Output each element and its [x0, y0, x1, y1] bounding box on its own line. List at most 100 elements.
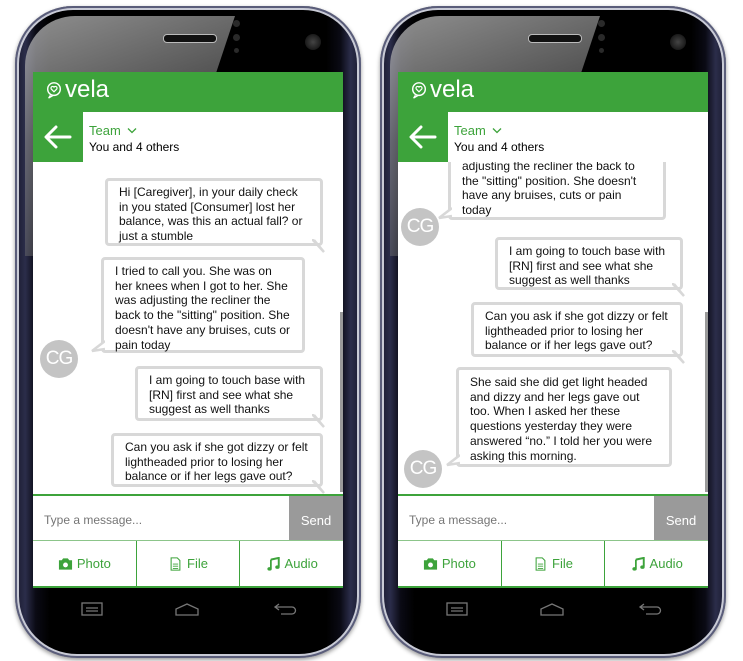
file-button[interactable]: File [137, 541, 241, 586]
send-button[interactable]: Send [654, 496, 708, 540]
avatar-initials: CG [406, 216, 434, 237]
message-text: Can you ask if she got dizzy or felt lig… [485, 309, 668, 353]
participants-summary: You and 4 others [454, 140, 545, 154]
sensor-dot [233, 34, 240, 41]
bubble-tail [312, 239, 325, 253]
home-key-icon[interactable] [540, 602, 564, 616]
file-label: File [187, 556, 208, 571]
app-logo: vela [410, 76, 474, 104]
front-camera [670, 34, 686, 50]
earpiece-speaker [528, 34, 582, 43]
back-key-icon[interactable] [273, 602, 297, 616]
attachment-bar: Photo File Audio [398, 540, 708, 588]
front-camera [305, 34, 321, 50]
message-text: I tried to call you. She was on her knee… [115, 264, 291, 352]
back-key-icon[interactable] [638, 602, 662, 616]
file-icon [170, 556, 181, 571]
heart-chat-icon [46, 82, 62, 99]
sensor-dot [234, 48, 239, 53]
message-bubble-outgoing: Hi [Caregiver], in your daily check in y… [105, 178, 325, 253]
message-text: adjusting the recliner the back to the "… [462, 162, 637, 218]
hardware-nav-keys [15, 602, 361, 622]
app-bar: vela [398, 72, 708, 112]
photo-button[interactable]: Photo [33, 541, 137, 586]
conversation-title-dropdown[interactable]: Team [454, 123, 544, 138]
bubble-tail [91, 340, 105, 353]
message-list[interactable]: adjusting the recliner the back to the "… [398, 162, 708, 495]
earpiece-speaker [163, 34, 217, 43]
bubble-tail [672, 350, 685, 364]
sensor-dot [598, 20, 605, 27]
avatar: CG [404, 450, 442, 488]
app-name: vela [430, 76, 475, 103]
arrow-left-icon [44, 125, 72, 149]
menu-key-icon[interactable] [81, 602, 103, 616]
attachment-bar: Photo File Audio [33, 540, 343, 588]
conversation-header: Team You and 4 others [398, 112, 708, 162]
message-bubble-incoming: I tried to call you. She was on her knee… [91, 257, 305, 353]
composer: Send [33, 494, 343, 540]
chevron-down-icon [492, 128, 502, 134]
heart-chat-icon [411, 82, 427, 99]
bubble-tail [312, 414, 325, 428]
app-name: vela [65, 76, 110, 103]
file-label: File [552, 556, 573, 571]
app-screen: vela Team You and 4 others Hi [Caregiver… [33, 72, 343, 588]
message-bubble-outgoing: I am going to touch base with [RN] first… [135, 366, 325, 428]
phone-right: vela Team You and 4 others adjusting the… [380, 6, 726, 658]
avatar-initials: CG [409, 458, 437, 479]
conversation-header: Team You and 4 others [33, 112, 343, 162]
app-bar: vela [33, 72, 343, 112]
audio-label: Audio [649, 556, 683, 571]
message-text: I am going to touch base with [RN] first… [149, 373, 306, 417]
message-bubble-outgoing: Can you ask if she got dizzy or felt lig… [111, 433, 325, 494]
bubble-tail [438, 207, 452, 220]
message-text: I am going to touch base with [RN] first… [509, 244, 666, 288]
conversation-title-dropdown[interactable]: Team [89, 123, 179, 138]
audio-button[interactable]: Audio [605, 541, 708, 586]
audio-button[interactable]: Audio [240, 541, 343, 586]
message-bubble-outgoing: I am going to touch base with [RN] first… [495, 237, 685, 297]
photo-label: Photo [76, 556, 111, 571]
avatar-initials: CG [45, 348, 73, 369]
avatar: CG [40, 340, 78, 378]
menu-key-icon[interactable] [446, 602, 468, 616]
photo-button[interactable]: Photo [398, 541, 502, 586]
conversation-title: Team [89, 123, 121, 138]
app-logo: vela [45, 76, 109, 104]
conversation-title: Team [454, 123, 486, 138]
bubble-tail [312, 480, 325, 494]
message-input[interactable] [33, 496, 289, 540]
message-bubble-incoming: She said she did get light headed and di… [446, 367, 672, 467]
home-key-icon[interactable] [175, 602, 199, 616]
file-button[interactable]: File [502, 541, 606, 586]
bubble-tail [446, 454, 460, 467]
scrollbar[interactable] [340, 312, 343, 492]
message-input[interactable] [398, 496, 654, 540]
audio-label: Audio [284, 556, 318, 571]
chevron-down-icon [127, 128, 137, 134]
hardware-nav-keys [380, 602, 726, 622]
photo-label: Photo [441, 556, 476, 571]
back-button[interactable] [33, 112, 83, 162]
send-button[interactable]: Send [289, 496, 343, 540]
message-text: She said she did get light headed and di… [470, 375, 653, 463]
back-button[interactable] [398, 112, 448, 162]
phone-left: vela Team You and 4 others Hi [Caregiver… [15, 6, 361, 658]
participants-summary: You and 4 others [89, 140, 180, 154]
sensor-dot [233, 20, 240, 27]
message-text: Can you ask if she got dizzy or felt lig… [125, 440, 308, 484]
message-bubble-outgoing: Can you ask if she got dizzy or felt lig… [471, 302, 685, 364]
camera-icon [423, 557, 437, 570]
message-text: Hi [Caregiver], in your daily check in y… [119, 185, 303, 244]
bubble-tail [672, 283, 685, 297]
app-screen: vela Team You and 4 others adjusting the… [398, 72, 708, 588]
music-note-icon [631, 556, 645, 571]
sensor-dot [598, 34, 605, 41]
scrollbar[interactable] [705, 312, 708, 492]
message-list[interactable]: Hi [Caregiver], in your daily check in y… [33, 162, 343, 495]
avatar: CG [401, 208, 439, 246]
music-note-icon [266, 556, 280, 571]
composer: Send [398, 494, 708, 540]
sensor-dot [599, 48, 604, 53]
